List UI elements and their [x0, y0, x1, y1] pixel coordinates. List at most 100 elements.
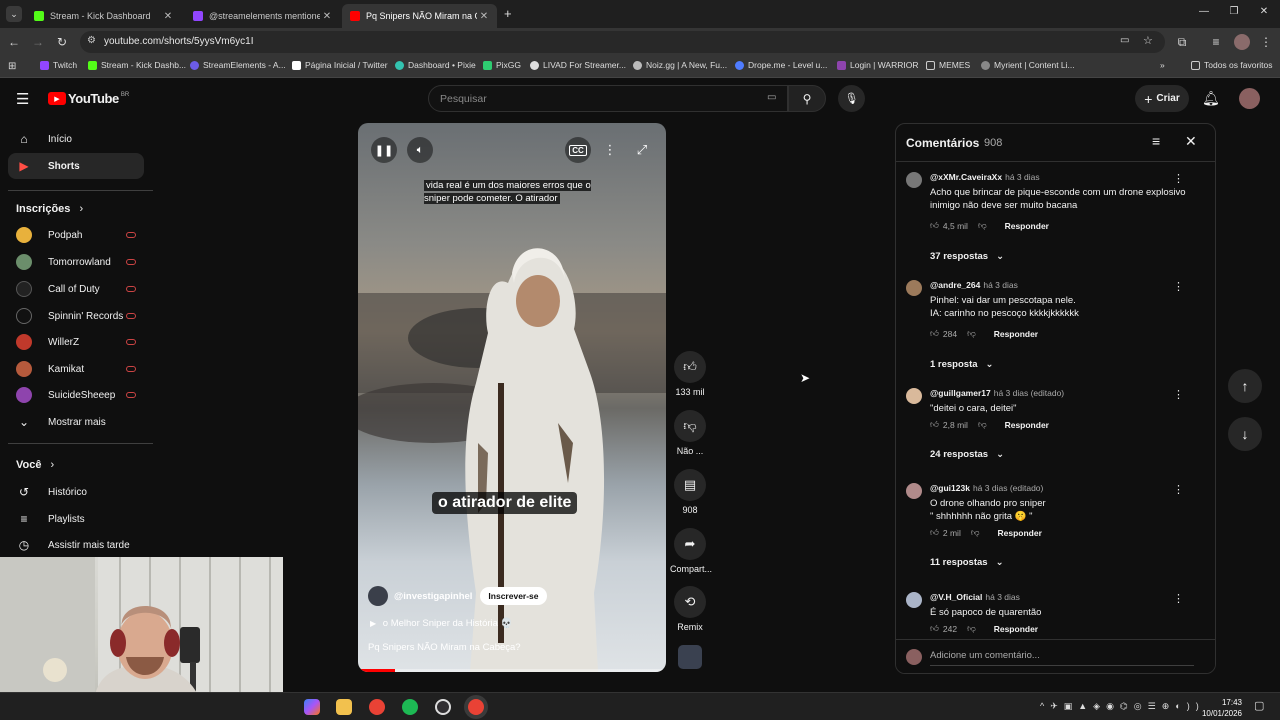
subscriptions-heading[interactable]: Inscrições › — [16, 203, 83, 215]
comments-button[interactable]: ▤ 908 — [670, 469, 710, 515]
browser-menu-icon[interactable]: ⋮ — [1258, 34, 1274, 50]
browser-tab[interactable]: Stream - Kick Dashboard ✕ — [26, 4, 181, 28]
back-icon[interactable]: ← — [6, 34, 22, 50]
like-icon[interactable]: 👍︎ — [930, 220, 939, 231]
close-window-icon[interactable]: ✕ — [1254, 6, 1274, 17]
forward-icon[interactable]: → — [30, 34, 46, 50]
chrome-icon[interactable] — [369, 699, 385, 715]
next-short-button[interactable]: ↓ — [1228, 417, 1262, 451]
dislike-icon[interactable]: 👎︎ — [971, 527, 980, 538]
commenter-avatar[interactable] — [906, 592, 922, 608]
comment-author[interactable]: @andre_264 há 3 dias — [930, 280, 1018, 290]
fullscreen-button[interactable]: ⤢ — [629, 137, 655, 163]
dislike-button[interactable]: 👎︎ Não ... — [670, 410, 710, 456]
comment-author[interactable]: @V.H_Oficial há 3 dias — [930, 592, 1020, 602]
bookmark[interactable]: Página Inicial / Twitter — [292, 60, 388, 70]
video-playlist-link[interactable]: ▶ o Melhor Sniper da História 💀 — [370, 618, 512, 629]
minimize-icon[interactable]: — — [1194, 6, 1214, 17]
replies-toggle[interactable]: 24 respostas ⌄ — [930, 449, 1004, 460]
like-icon[interactable]: 👍︎ — [930, 328, 939, 339]
more-options-button[interactable]: ⋮ — [597, 137, 623, 163]
search-box[interactable]: Pesquisar ▭ — [428, 85, 788, 112]
hamburger-menu-icon[interactable]: ☰ — [16, 90, 29, 108]
reply-button[interactable]: Responder — [1005, 420, 1049, 430]
sidebar-item-playlists[interactable]: ≡ Playlists — [8, 506, 144, 532]
bookmark[interactable]: PixGG — [483, 60, 521, 70]
volume-button[interactable]: 🔈︎ — [407, 137, 433, 163]
sidebar-channel-tomorrowland[interactable]: Tomorrowland — [8, 249, 144, 275]
sidebar-item-shorts[interactable]: ▶ Shorts — [8, 153, 144, 179]
bookmark-star-icon[interactable]: ☆ — [1143, 34, 1153, 47]
chrome-icon[interactable] — [468, 699, 484, 715]
previous-short-button[interactable]: ↑ — [1228, 369, 1262, 403]
commenter-avatar[interactable] — [906, 388, 922, 404]
apps-icon[interactable]: ⊞ — [8, 61, 16, 72]
account-avatar[interactable] — [1239, 88, 1260, 109]
reload-icon[interactable]: ↻ — [54, 34, 70, 50]
bookmark[interactable]: LIVAD For Streamer... — [530, 60, 626, 70]
like-icon[interactable]: 👍︎ — [930, 623, 939, 634]
bookmark[interactable]: Myrient | Content Li... — [981, 60, 1075, 70]
sidebar-item-watch-later[interactable]: ◷ Assistir mais tarde — [8, 532, 144, 558]
channel-handle[interactable]: @investigapinhel — [394, 591, 472, 602]
sidebar-channel-podpah[interactable]: Podpah — [8, 222, 144, 248]
dislike-icon[interactable]: 👎︎ — [967, 623, 976, 634]
comment-menu-icon[interactable]: ⋮ — [1173, 172, 1184, 185]
replies-toggle[interactable]: 37 respostas ⌄ — [930, 251, 1004, 262]
replies-toggle[interactable]: 1 resposta ⌄ — [930, 359, 994, 370]
sidebar-channel-willerz[interactable]: WillerZ — [8, 329, 144, 355]
sort-icon[interactable]: ≡ — [1152, 133, 1160, 149]
comment-author[interactable]: @guillgamer17 há 3 dias (editado) — [930, 388, 1064, 398]
share-button[interactable]: ➦ Compart... — [670, 528, 712, 574]
spotify-icon[interactable] — [402, 699, 418, 715]
extensions-icon[interactable]: ⧉ — [1174, 34, 1190, 50]
comment-menu-icon[interactable]: ⋮ — [1173, 483, 1184, 496]
sidebar-channel-spinnin-records[interactable]: Spinnin' Records — [8, 303, 144, 329]
bookmark[interactable]: Noiz.gg | A New, Fu... — [633, 60, 727, 70]
youtube-logo[interactable]: ▶ YouTube BR — [48, 91, 129, 106]
new-tab-icon[interactable]: + — [504, 6, 512, 21]
bookmark-folder[interactable]: MEMES — [926, 60, 970, 70]
comment-input[interactable]: Adicione um comentário... — [930, 650, 1194, 666]
reply-button[interactable]: Responder — [1005, 221, 1049, 231]
sidebar-channel-call-of-duty[interactable]: Call of Duty — [8, 276, 144, 302]
keyboard-icon[interactable]: ▭ — [767, 92, 776, 103]
more-bookmarks-icon[interactable]: » — [1160, 60, 1165, 70]
sidebar-channel-suicidesheeep[interactable]: SuicideSheeep — [8, 382, 144, 408]
like-button[interactable]: 👍︎ 133 mil — [670, 351, 710, 397]
close-tab-icon[interactable]: ✕ — [477, 11, 491, 22]
reading-list-icon[interactable]: ≡ — [1208, 34, 1224, 50]
search-input[interactable]: Pesquisar — [440, 93, 487, 105]
sound-thumbnail[interactable] — [678, 645, 702, 669]
sidebar-show-more[interactable]: ⌄ Mostrar mais — [8, 409, 144, 435]
commenter-avatar[interactable] — [906, 483, 922, 499]
like-icon[interactable]: 👍︎ — [930, 419, 939, 430]
captions-button[interactable]: CC — [565, 137, 591, 163]
reply-button[interactable]: Responder — [994, 624, 1038, 634]
comment-author[interactable]: @gui123k há 3 dias (editado) — [930, 483, 1043, 493]
bookmark[interactable]: Login | WARRIOR — [837, 60, 919, 70]
notification-center-icon[interactable]: ▢ — [1254, 699, 1264, 712]
video-title[interactable]: Pq Snipers NÃO Miram na Cabeça? — [368, 642, 521, 653]
browser-tab[interactable]: @streamelements mentione ✕ — [185, 4, 340, 28]
commenter-avatar[interactable] — [906, 172, 922, 188]
subscribe-button[interactable]: Inscrever-se — [480, 587, 547, 605]
sidebar-item-history[interactable]: ↺ Histórico — [8, 479, 144, 505]
tab-list-chevron-icon[interactable]: ⌄ — [6, 6, 22, 22]
comment-menu-icon[interactable]: ⋮ — [1173, 592, 1184, 605]
voice-search-button[interactable]: 🎙 — [838, 85, 865, 112]
bookmark[interactable]: Stream - Kick Dashb... — [88, 60, 186, 70]
channel-avatar[interactable] — [368, 586, 388, 606]
replies-toggle[interactable]: 11 respostas ⌄ — [930, 557, 1004, 568]
remix-button[interactable]: ⟲ Remix — [670, 586, 710, 632]
bookmark[interactable]: StreamElements - A... — [190, 60, 286, 70]
reply-button[interactable]: Responder — [997, 528, 1041, 538]
address-bar[interactable]: ⚙ youtube.com/shorts/5yysVm6yc1I ▭ ☆ — [80, 31, 1165, 53]
comment-menu-icon[interactable]: ⋮ — [1173, 388, 1184, 401]
pause-button[interactable]: ❚❚ — [371, 137, 397, 163]
notifications-bell-icon[interactable]: 🔔︎ — [1202, 90, 1220, 107]
obs-icon[interactable] — [435, 699, 451, 715]
close-comments-icon[interactable]: ✕ — [1185, 133, 1197, 150]
cast-icon[interactable]: ▭ — [1120, 35, 1129, 46]
comment-author[interactable]: @xXMr.CaveiraXx há 3 dias — [930, 172, 1040, 182]
